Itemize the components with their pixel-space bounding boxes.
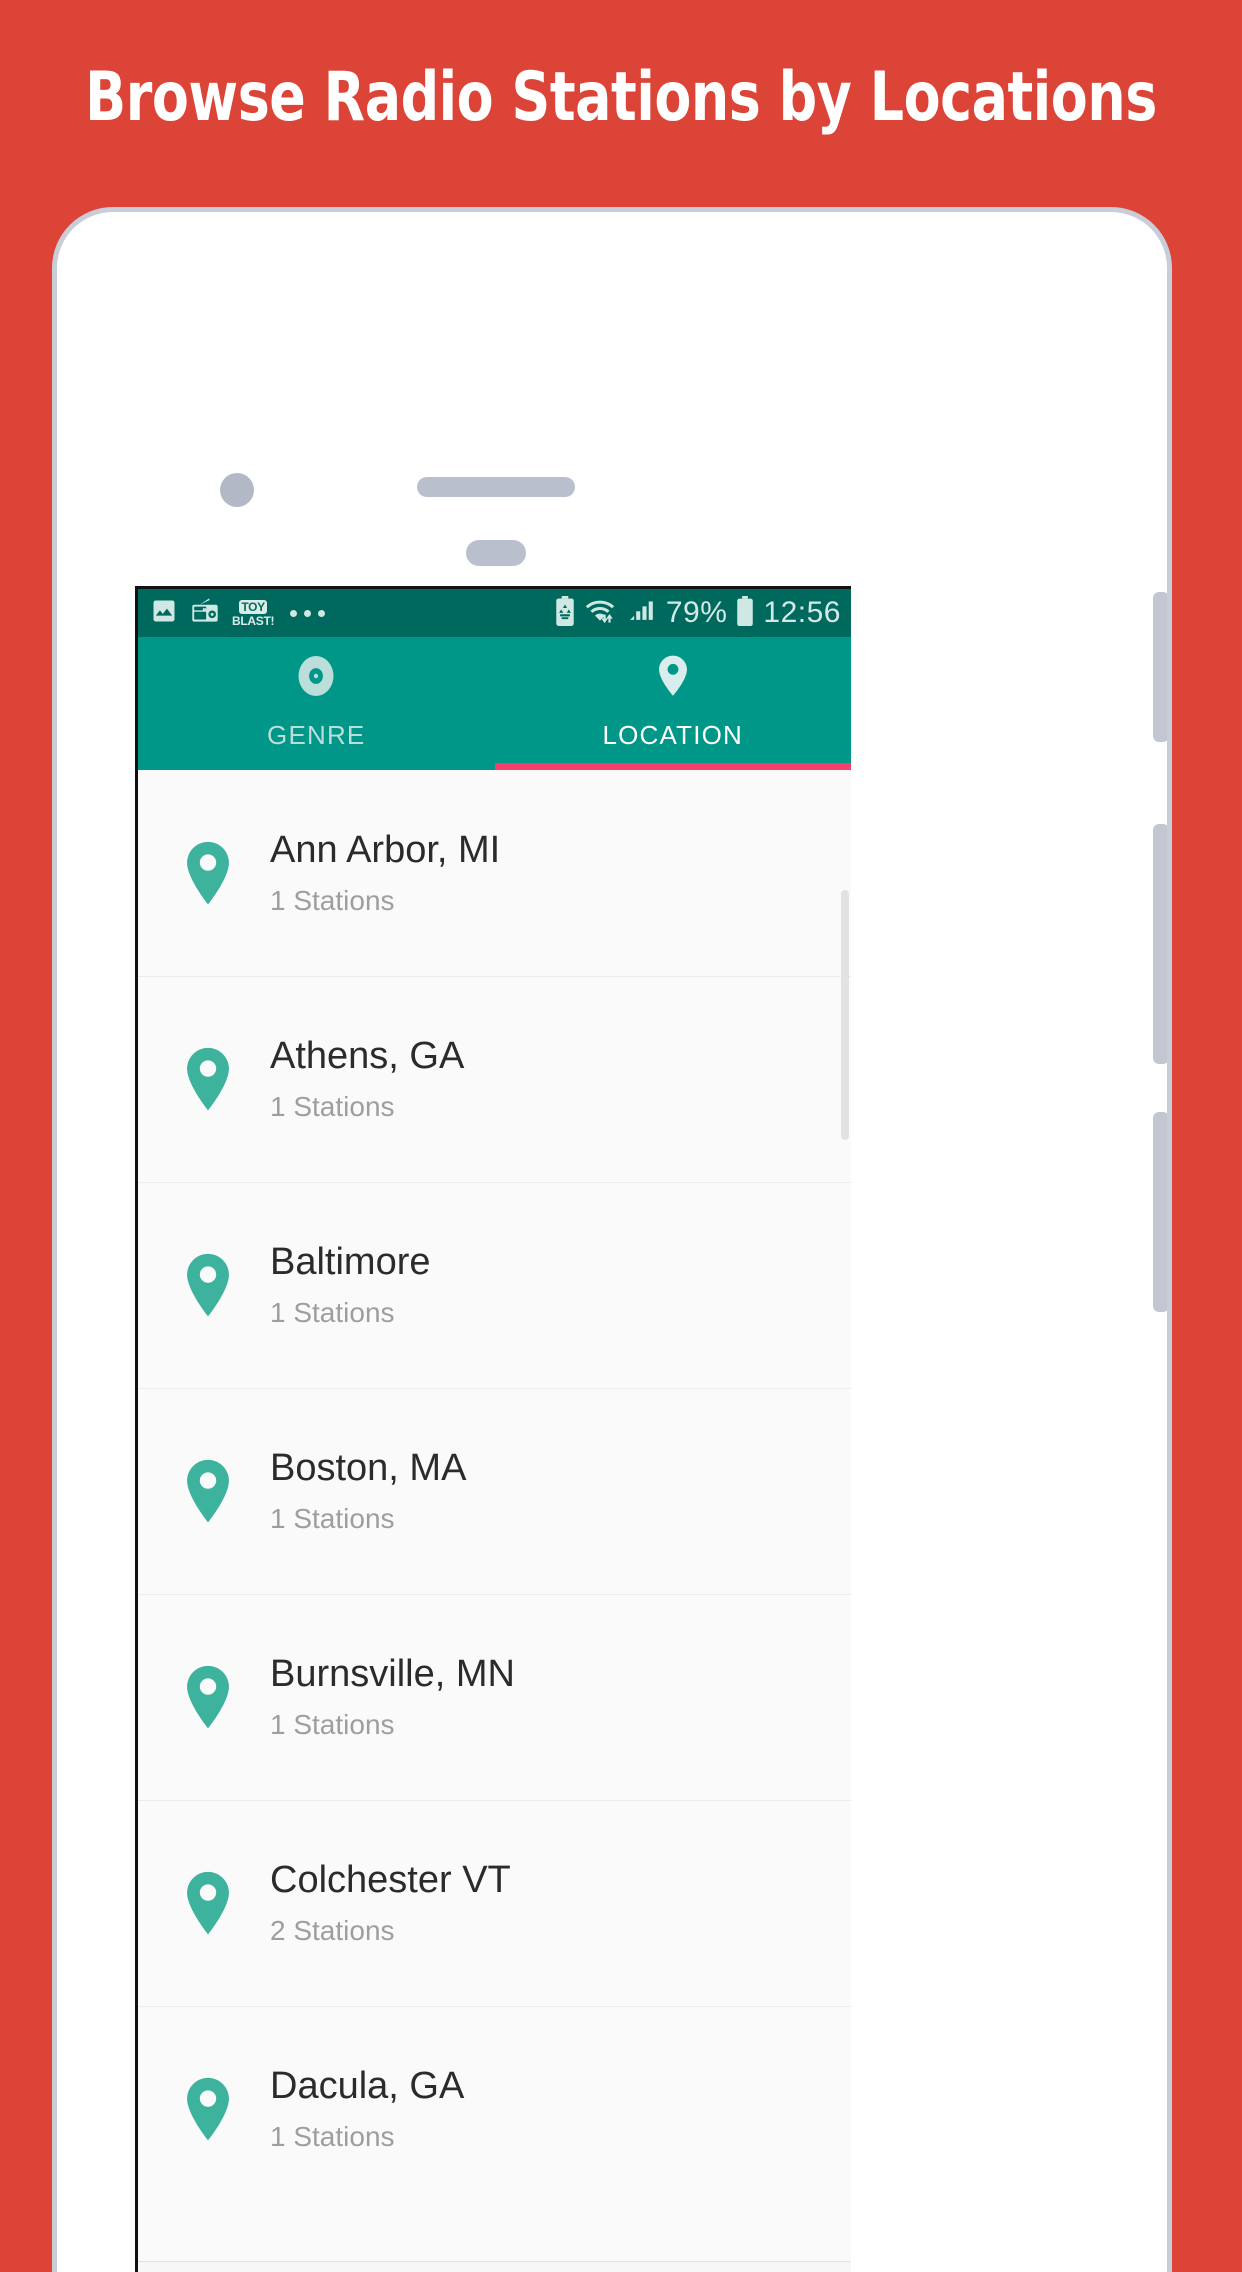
map-pin-icon bbox=[172, 1252, 244, 1318]
battery-full-icon bbox=[735, 595, 755, 631]
tab-active-indicator bbox=[494, 763, 851, 770]
list-scrollbar[interactable] bbox=[841, 890, 849, 1140]
tab-location-label: LOCATION bbox=[602, 720, 744, 750]
toy-blast-icon: TOY BLAST! bbox=[232, 599, 275, 628]
station-count: 2 Stations bbox=[270, 1914, 395, 1946]
volume-down-button[interactable] bbox=[1153, 824, 1167, 1064]
overflow-dots-icon bbox=[290, 609, 326, 617]
location-list[interactable]: Ann Arbor, MI 1 Stations Athens, GA 1 St… bbox=[138, 770, 851, 2212]
map-pin-icon bbox=[648, 651, 698, 706]
phone-screen: TOY BLAST! 79% 12:56 GENRE LOCATION Ann … bbox=[135, 586, 851, 2272]
home-indicator bbox=[466, 540, 526, 566]
list-item[interactable]: Boston, MA 1 Stations bbox=[138, 1388, 851, 1594]
map-pin-icon bbox=[172, 1870, 244, 1936]
front-camera-icon bbox=[220, 473, 254, 507]
location-name: Colchester VT bbox=[270, 1859, 511, 1902]
tab-genre[interactable]: GENRE bbox=[138, 637, 495, 770]
vinyl-disc-icon bbox=[291, 651, 341, 706]
nav-item-stations[interactable]: Stations bbox=[138, 2262, 376, 2272]
station-count: 1 Stations bbox=[270, 1502, 395, 1534]
clock-label: 12:56 bbox=[763, 596, 841, 629]
location-name: Athens, GA bbox=[270, 1035, 465, 1078]
station-count: 1 Stations bbox=[270, 2120, 395, 2152]
list-item[interactable]: Colchester VT 2 Stations bbox=[138, 1800, 851, 2006]
list-item[interactable]: Dacula, GA 1 Stations bbox=[138, 2006, 851, 2212]
signal-bars-icon bbox=[628, 596, 658, 631]
station-count: 1 Stations bbox=[270, 884, 395, 916]
tab-location[interactable]: LOCATION bbox=[495, 637, 852, 770]
status-bar-notifications: TOY BLAST! bbox=[150, 597, 326, 630]
list-item[interactable]: Burnsville, MN 1 Stations bbox=[138, 1594, 851, 1800]
location-name: Boston, MA bbox=[270, 1447, 467, 1490]
location-name: Dacula, GA bbox=[270, 2065, 465, 2108]
station-count: 1 Stations bbox=[270, 1090, 395, 1122]
list-item[interactable]: Athens, GA 1 Stations bbox=[138, 976, 851, 1182]
photo-icon bbox=[150, 597, 178, 630]
station-count: 1 Stations bbox=[270, 1296, 395, 1328]
nav-item-add[interactable]: Add bbox=[613, 2262, 851, 2272]
location-name: Burnsville, MN bbox=[270, 1653, 515, 1696]
list-item[interactable]: Ann Arbor, MI 1 Stations bbox=[138, 770, 851, 976]
recycling-battery-icon bbox=[554, 595, 576, 631]
map-pin-icon bbox=[172, 1046, 244, 1112]
power-button[interactable] bbox=[1153, 1112, 1167, 1312]
earpiece-speaker bbox=[417, 477, 575, 497]
station-count: 1 Stations bbox=[270, 1708, 395, 1740]
tab-genre-label: GENRE bbox=[267, 720, 366, 750]
list-item[interactable]: Baltimore 1 Stations bbox=[138, 1182, 851, 1388]
map-pin-icon bbox=[172, 840, 244, 906]
map-pin-icon bbox=[172, 2076, 244, 2142]
volume-up-button[interactable] bbox=[1153, 592, 1167, 742]
top-tab-bar: GENRE LOCATION bbox=[138, 637, 851, 770]
location-name: Ann Arbor, MI bbox=[270, 829, 501, 872]
status-bar-system: 79% 12:56 bbox=[554, 595, 841, 631]
bottom-navigation-bar: Stations Groups bbox=[138, 2261, 851, 2272]
radio-icon bbox=[190, 597, 220, 630]
wifi-icon bbox=[584, 596, 620, 631]
location-name: Baltimore bbox=[270, 1241, 431, 1284]
map-pin-icon bbox=[172, 1664, 244, 1730]
phone-mockup: TOY BLAST! 79% 12:56 GENRE LOCATION Ann … bbox=[57, 212, 1167, 2272]
map-pin-icon bbox=[172, 1458, 244, 1524]
nav-item-groups[interactable]: Groups bbox=[376, 2262, 614, 2272]
battery-percent-label: 79% bbox=[665, 596, 728, 629]
promo-headline: Browse Radio Stations by Locations bbox=[85, 58, 1157, 137]
status-bar: TOY BLAST! 79% 12:56 bbox=[138, 589, 851, 637]
